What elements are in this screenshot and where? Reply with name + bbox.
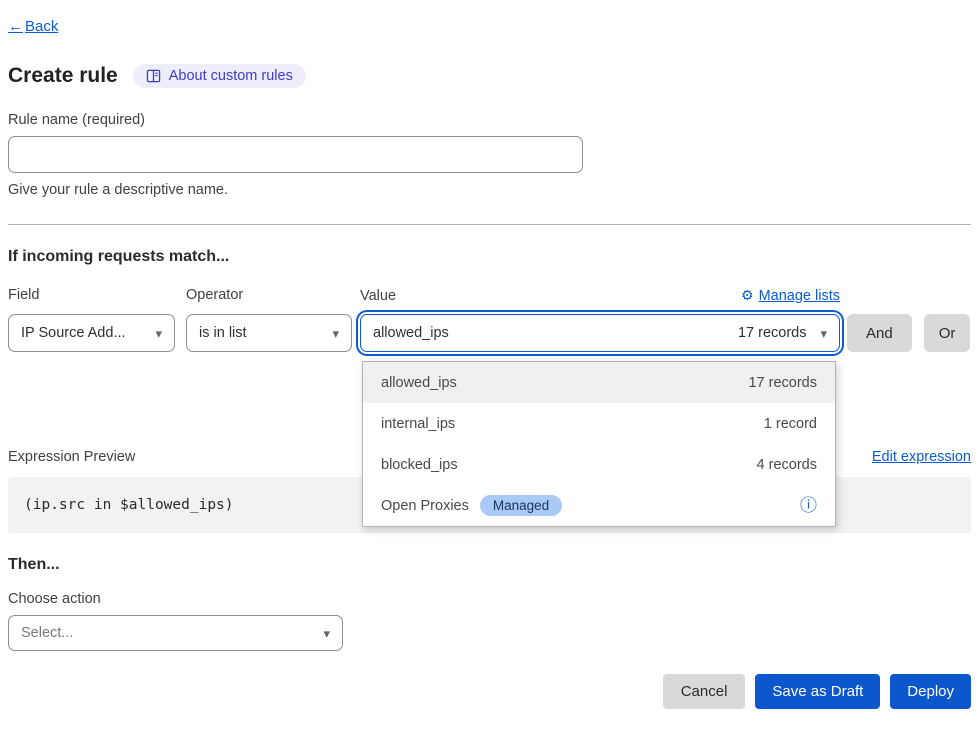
field-select[interactable]: IP Source Add... ▾ [8,314,175,352]
section-divider [8,224,971,225]
page-title: Create rule [8,64,118,88]
chevron-down-icon: ▾ [820,327,827,340]
list-item-name: blocked_ips [381,457,458,473]
operator-select-value: is in list [199,325,247,341]
action-select[interactable]: Select... ▾ [8,615,343,651]
field-column: Field IP Source Add... ▾ [8,287,175,352]
list-item-name: Open Proxies [381,498,469,514]
list-item-blocked-ips[interactable]: blocked_ips 4 records [363,444,835,485]
back-link-label: Back [25,18,58,35]
back-row: ←Back [8,18,971,35]
chevron-down-icon: ▾ [323,627,330,640]
create-rule-page: ←Back Create rule About custom rules Rul… [0,0,979,709]
action-select-placeholder: Select... [21,625,73,641]
value-text: allowed_ips [373,325,449,341]
about-badge-label: About custom rules [169,68,293,84]
cancel-button[interactable]: Cancel [663,674,746,709]
operator-column: Operator is in list ▾ [186,287,352,352]
chevron-down-icon: ▾ [155,327,162,340]
edit-expression-link[interactable]: Edit expression [872,449,971,465]
list-item-name: allowed_ips [381,375,457,391]
rule-name-block: Rule name (required) Give your rule a de… [8,112,971,198]
and-button[interactable]: And [847,314,912,352]
choose-action-label: Choose action [8,591,971,607]
operator-label: Operator [186,287,243,303]
title-row: Create rule About custom rules [8,64,971,88]
back-arrow-icon: ← [8,18,23,35]
chevron-down-icon: ▾ [332,327,339,340]
rule-name-helper: Give your rule a descriptive name. [8,182,971,198]
list-item-records: 4 records [757,457,817,473]
manage-lists-link[interactable]: ⚙ Manage lists [741,287,840,304]
book-icon [146,69,161,83]
expression-code: (ip.src in $allowed_ips) [24,497,234,513]
footer-actions: Cancel Save as Draft Deploy [8,674,971,709]
field-select-value: IP Source Add... [21,325,126,341]
value-column: Value ⚙ Manage lists allowed_ips 17 reco… [360,287,840,352]
field-label: Field [8,287,39,303]
gear-icon: ⚙ [741,287,754,304]
lists-dropdown: allowed_ips 17 records internal_ips 1 re… [362,361,836,527]
list-item-allowed-ips[interactable]: allowed_ips 17 records [363,362,835,403]
value-combobox[interactable]: allowed_ips 17 records ▾ [360,314,840,352]
expression-preview-label: Expression Preview [8,449,135,465]
rule-name-label: Rule name (required) [8,112,971,128]
then-heading: Then... [8,556,971,574]
match-heading: If incoming requests match... [8,248,971,266]
deploy-button[interactable]: Deploy [890,674,971,709]
value-label: Value [360,288,396,304]
list-item-records: 1 record [764,416,817,432]
value-records-count: 17 records [738,325,807,341]
condition-row: Field IP Source Add... ▾ Operator is in … [8,287,971,352]
operator-select[interactable]: is in list ▾ [186,314,352,352]
list-item-name: internal_ips [381,416,455,432]
list-item-records: 17 records [748,375,817,391]
save-draft-button[interactable]: Save as Draft [755,674,880,709]
back-link[interactable]: ←Back [8,18,58,35]
list-item-open-proxies[interactable]: Open Proxies Managed ⓘ [363,485,835,526]
manage-lists-label: Manage lists [759,288,840,304]
about-custom-rules-badge[interactable]: About custom rules [133,64,306,88]
or-button[interactable]: Or [924,314,971,352]
info-icon[interactable]: ⓘ [800,497,817,514]
rule-name-input[interactable] [8,136,583,173]
list-item-internal-ips[interactable]: internal_ips 1 record [363,403,835,444]
managed-badge: Managed [480,495,562,516]
